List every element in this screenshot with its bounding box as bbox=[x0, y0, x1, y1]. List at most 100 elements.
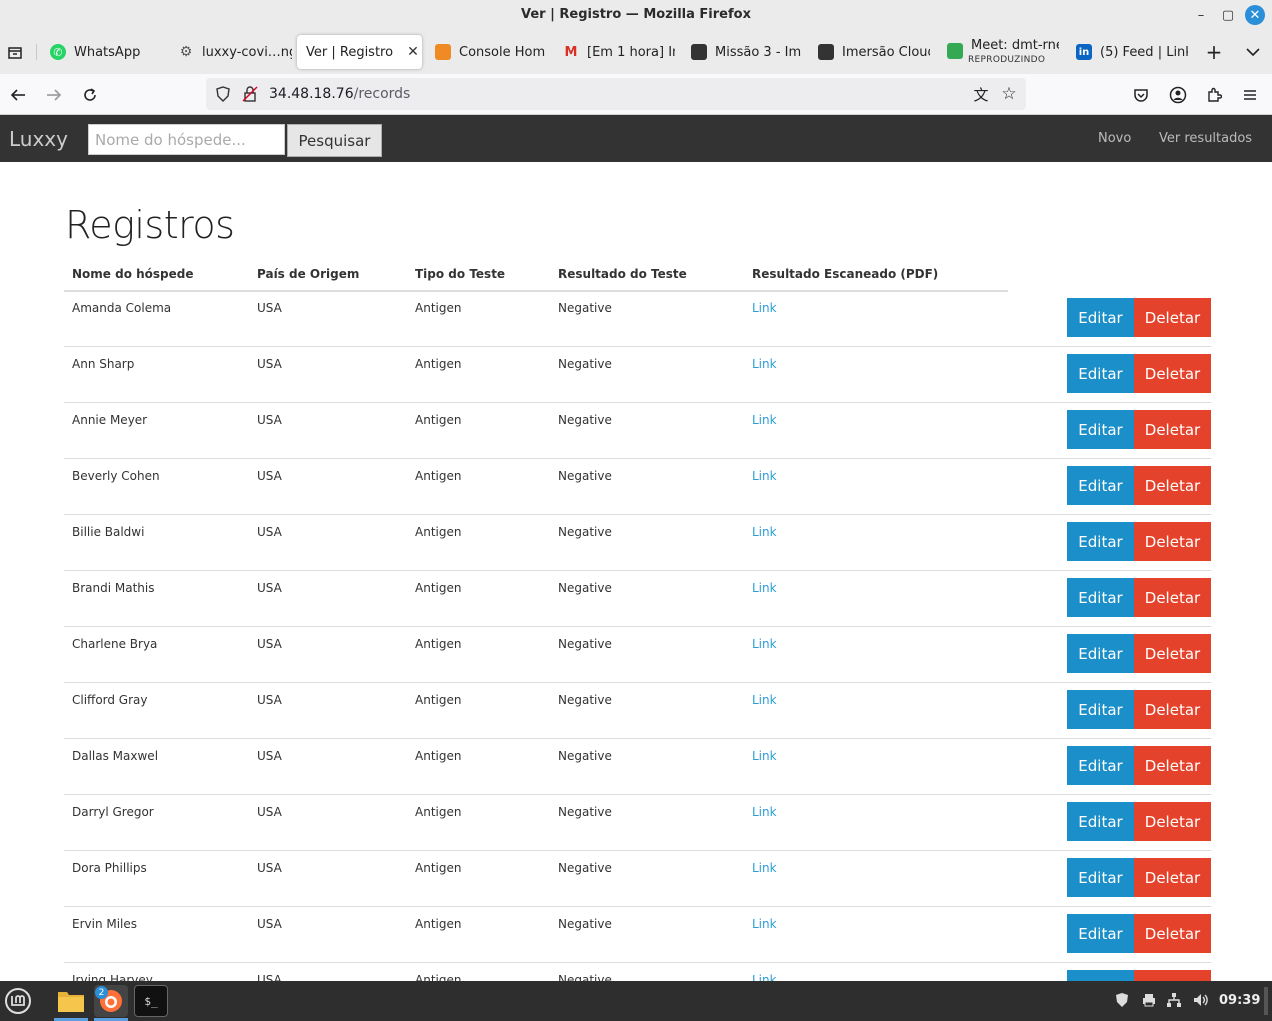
test-result-cell: Negative bbox=[558, 637, 612, 651]
chevron-down-icon[interactable] bbox=[1240, 39, 1266, 65]
close-window-icon[interactable]: ✕ bbox=[1245, 5, 1265, 25]
tab-meet[interactable]: Meet: dmt-rne REPRODUZINDO bbox=[937, 35, 1059, 69]
tab-label: luxxy-covi…ng bbox=[202, 44, 292, 60]
forward-icon[interactable] bbox=[41, 82, 67, 108]
delete-button[interactable]: Deletar bbox=[1134, 690, 1211, 729]
delete-button[interactable]: Deletar bbox=[1134, 914, 1211, 953]
test-type-cell: Antigen bbox=[415, 805, 462, 819]
tab-label: WhatsApp bbox=[74, 44, 141, 60]
edit-button[interactable]: Editar bbox=[1067, 634, 1134, 673]
tab-ver-registro[interactable]: Ver | Registro ✕ bbox=[297, 35, 422, 69]
translate-icon[interactable]: 文 bbox=[968, 81, 994, 107]
pocket-icon[interactable] bbox=[1128, 82, 1154, 108]
pdf-link[interactable]: Link bbox=[752, 917, 777, 931]
page-icon bbox=[691, 44, 707, 60]
country-cell: USA bbox=[257, 469, 282, 483]
edit-button[interactable]: Editar bbox=[1067, 858, 1134, 897]
delete-button[interactable]: Deletar bbox=[1134, 354, 1211, 393]
edit-button[interactable]: Editar bbox=[1067, 578, 1134, 617]
pdf-link[interactable]: Link bbox=[752, 301, 777, 315]
tab-linkedin[interactable]: in (5) Feed | Link bbox=[1066, 35, 1188, 69]
tab-console-home[interactable]: Console Home bbox=[425, 35, 545, 69]
maximize-icon[interactable]: ▢ bbox=[1218, 5, 1238, 25]
shield-tray-icon[interactable] bbox=[1114, 992, 1130, 1012]
tab-label: [Em 1 hora] Im bbox=[587, 44, 675, 60]
pdf-link[interactable]: Link bbox=[752, 861, 777, 875]
column-header-scanned-pdf: Resultado Escaneado (PDF) bbox=[752, 267, 939, 281]
test-type-cell: Antigen bbox=[415, 693, 462, 707]
pdf-link[interactable]: Link bbox=[752, 693, 777, 707]
edit-button[interactable]: Editar bbox=[1067, 410, 1134, 449]
edit-button[interactable]: Editar bbox=[1067, 522, 1134, 561]
meet-icon bbox=[947, 43, 963, 59]
back-icon[interactable] bbox=[5, 82, 31, 108]
delete-button[interactable]: Deletar bbox=[1134, 578, 1211, 617]
close-tab-icon[interactable]: ✕ bbox=[407, 44, 419, 60]
tab-luxxy[interactable]: ⚙ luxxy-covi…ng bbox=[168, 35, 292, 69]
guest-name-cell: Amanda Colema bbox=[72, 301, 172, 315]
pdf-link[interactable]: Link bbox=[752, 749, 777, 763]
edit-button[interactable]: Editar bbox=[1067, 746, 1134, 785]
edit-button[interactable]: Editar bbox=[1067, 298, 1134, 337]
show-desktop-button[interactable] bbox=[1264, 987, 1268, 1015]
table-row: Clifford Gray USA Antigen Negative Link Edita… bbox=[64, 683, 1211, 739]
pdf-link[interactable]: Link bbox=[752, 581, 777, 595]
tab-imersao[interactable]: Imersão Cloud bbox=[808, 35, 930, 69]
test-result-cell: Negative bbox=[558, 693, 612, 707]
delete-button[interactable]: Deletar bbox=[1134, 858, 1211, 897]
account-icon[interactable] bbox=[1165, 82, 1191, 108]
terminal-icon[interactable]: $_ bbox=[134, 985, 168, 1017]
printer-icon[interactable] bbox=[1141, 992, 1157, 1012]
edit-button[interactable]: Editar bbox=[1067, 690, 1134, 729]
pdf-link[interactable]: Link bbox=[752, 637, 777, 651]
brand-logo[interactable]: Luxxy bbox=[9, 127, 68, 151]
delete-button[interactable]: Deletar bbox=[1134, 410, 1211, 449]
taskbar: 2 $_ 09:39 bbox=[0, 981, 1272, 1021]
pdf-link[interactable]: Link bbox=[752, 357, 777, 371]
menu-icon[interactable] bbox=[1237, 82, 1263, 108]
edit-button[interactable]: Editar bbox=[1067, 914, 1134, 953]
country-cell: USA bbox=[257, 805, 282, 819]
nav-new-link[interactable]: Novo bbox=[1098, 131, 1131, 146]
pdf-link[interactable]: Link bbox=[752, 469, 777, 483]
volume-icon[interactable] bbox=[1192, 992, 1210, 1012]
firefox-badge: 2 bbox=[95, 986, 108, 999]
edit-button[interactable]: Editar bbox=[1067, 802, 1134, 841]
tab-whatsapp[interactable]: ✆ WhatsApp bbox=[40, 35, 166, 69]
aws-icon bbox=[435, 44, 451, 60]
tab-list-icon[interactable] bbox=[2, 39, 28, 65]
url-bar[interactable]: 34.48.18.76/records 文 ☆ bbox=[206, 78, 1026, 110]
delete-button[interactable]: Deletar bbox=[1134, 466, 1211, 505]
pdf-link[interactable]: Link bbox=[752, 413, 777, 427]
shield-icon[interactable] bbox=[210, 81, 236, 107]
delete-button[interactable]: Deletar bbox=[1134, 522, 1211, 561]
minimize-icon[interactable]: – bbox=[1191, 5, 1211, 25]
test-result-cell: Negative bbox=[558, 749, 612, 763]
search-button[interactable]: Pesquisar bbox=[287, 124, 382, 157]
guest-name-cell: Dallas Maxwel bbox=[72, 749, 159, 763]
tab-missao[interactable]: Missão 3 - Ime bbox=[681, 35, 801, 69]
edit-button[interactable]: Editar bbox=[1067, 466, 1134, 505]
delete-button[interactable]: Deletar bbox=[1134, 298, 1211, 337]
files-icon[interactable] bbox=[54, 985, 88, 1017]
reload-icon[interactable] bbox=[77, 82, 103, 108]
delete-button[interactable]: Deletar bbox=[1134, 746, 1211, 785]
pdf-link[interactable]: Link bbox=[752, 525, 777, 539]
edit-button[interactable]: Editar bbox=[1067, 354, 1134, 393]
firefox-taskbar-icon[interactable]: 2 bbox=[94, 985, 128, 1017]
guest-name-cell: Annie Meyer bbox=[72, 413, 148, 427]
delete-button[interactable]: Deletar bbox=[1134, 634, 1211, 673]
extensions-icon[interactable] bbox=[1201, 82, 1227, 108]
tab-gmail[interactable]: M [Em 1 hora] Im bbox=[553, 35, 675, 69]
bookmark-star-icon[interactable]: ☆ bbox=[996, 81, 1022, 107]
test-type-cell: Antigen bbox=[415, 637, 462, 651]
delete-button[interactable]: Deletar bbox=[1134, 802, 1211, 841]
url-text: 34.48.18.76/records bbox=[269, 86, 410, 102]
guest-search-input[interactable] bbox=[88, 124, 285, 155]
new-tab-icon[interactable]: + bbox=[1201, 39, 1227, 65]
insecure-lock-icon[interactable] bbox=[237, 81, 263, 107]
network-icon[interactable] bbox=[1166, 992, 1182, 1012]
pdf-link[interactable]: Link bbox=[752, 805, 777, 819]
mint-menu-icon[interactable] bbox=[0, 985, 36, 1017]
nav-results-link[interactable]: Ver resultados bbox=[1159, 131, 1252, 146]
